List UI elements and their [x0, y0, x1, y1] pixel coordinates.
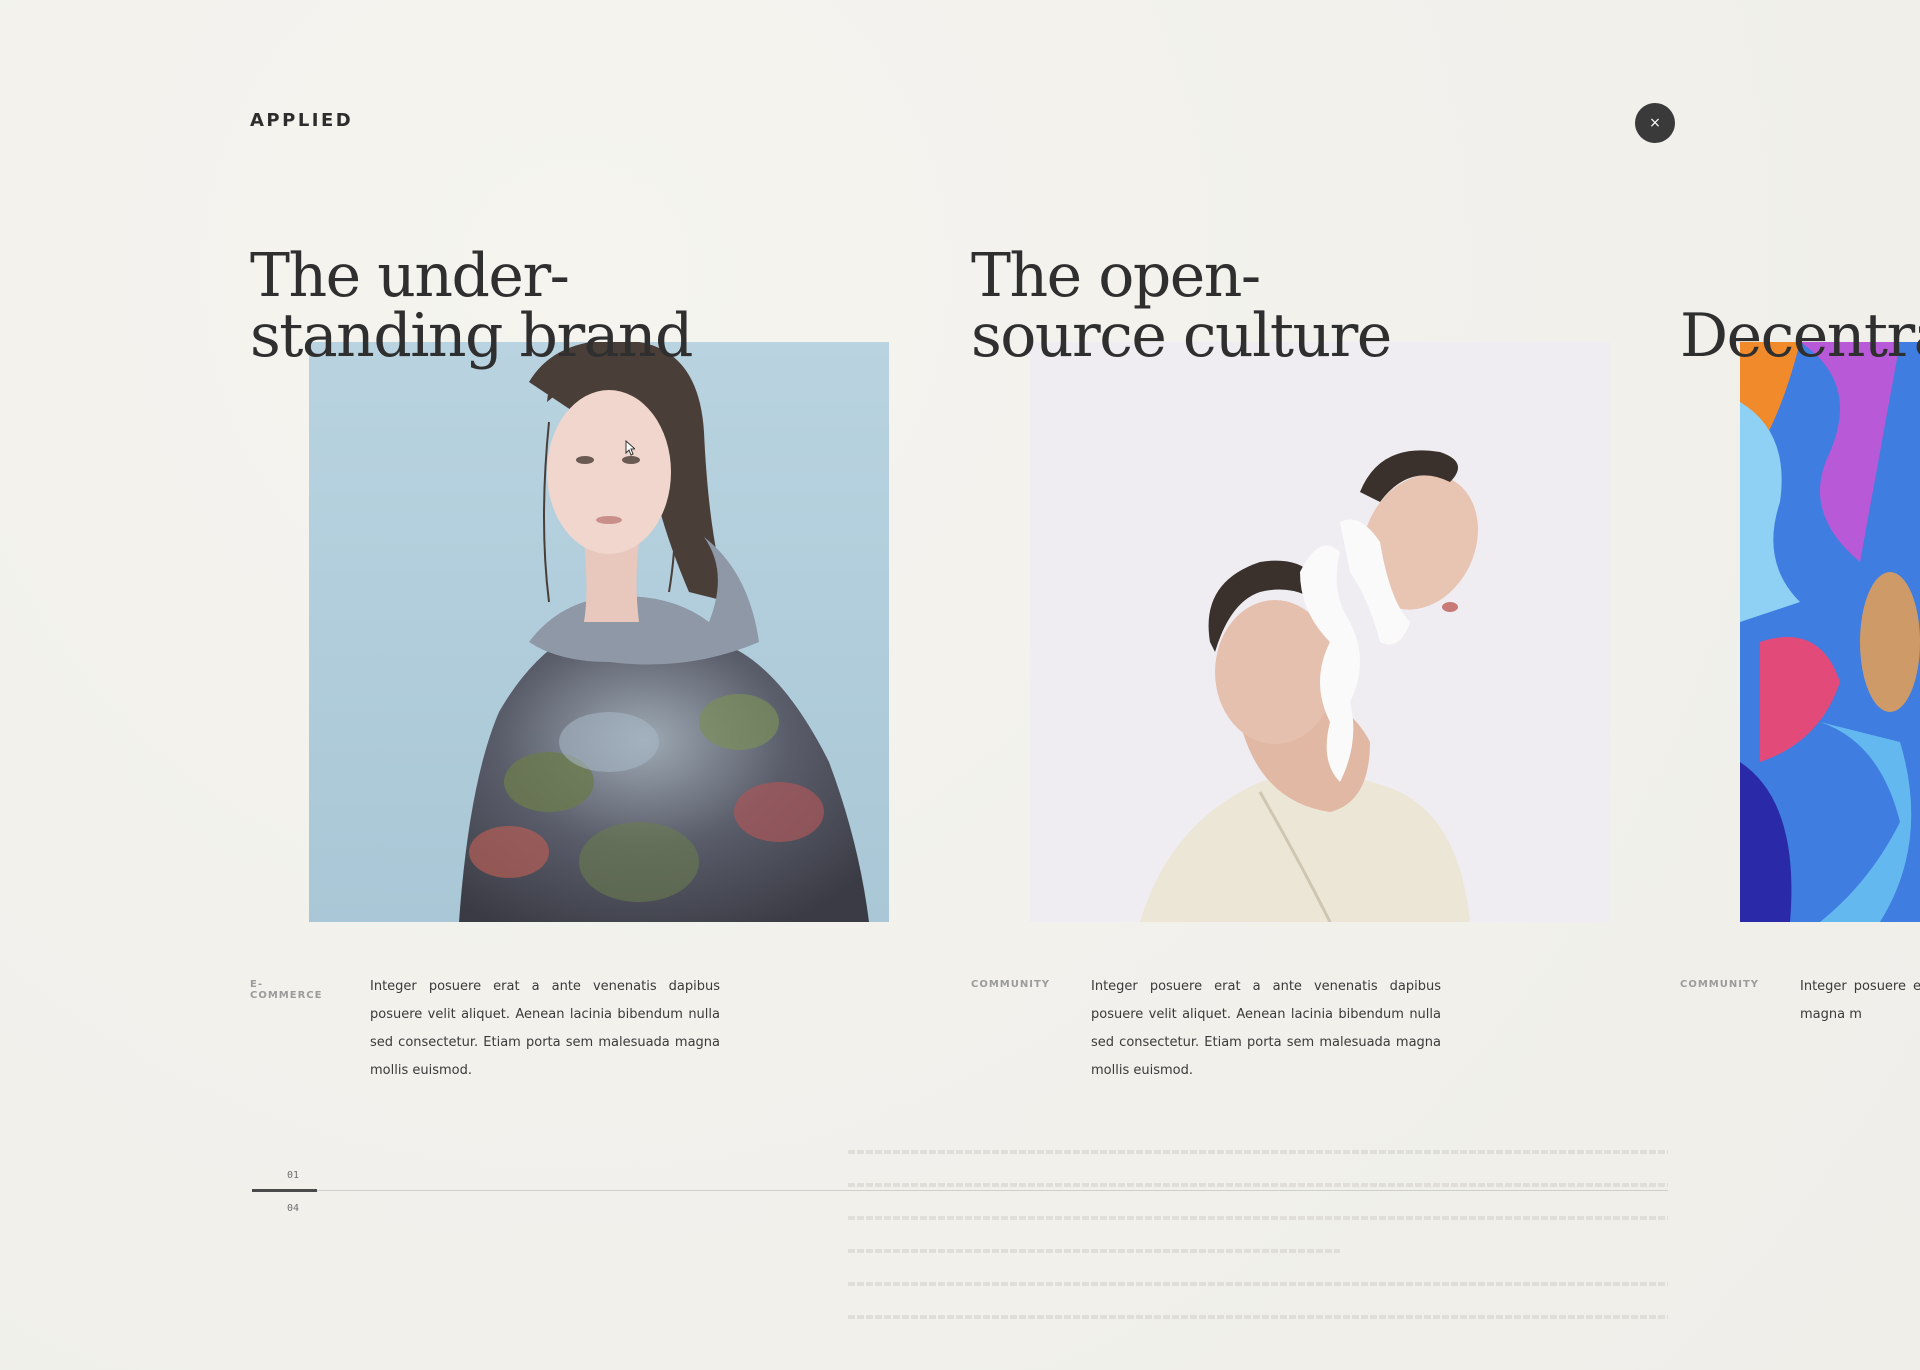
card-tag: COMMUNITY — [971, 979, 1051, 990]
card-image-woman-sweater[interactable] — [309, 342, 889, 922]
mouse-cursor-icon — [625, 440, 635, 456]
faded-text-block — [848, 1150, 1668, 1348]
card-tag: COMMUNITY — [1680, 979, 1760, 990]
logo[interactable]: APPLIED — [250, 110, 353, 131]
split-portrait-illustration — [1030, 342, 1610, 922]
card-title-line: The open- — [971, 241, 1261, 311]
liquid-colors-illustration — [1740, 342, 1920, 922]
pager-current-index: 01 — [287, 1170, 300, 1181]
woman-sweater-illustration — [309, 342, 889, 922]
close-icon: × — [1649, 115, 1661, 131]
card-tag: E-COMMERCE — [250, 979, 323, 1001]
card-title: The open- source culture — [971, 246, 1531, 366]
page: APPLIED × The under- standing brand E-CO… — [0, 0, 1920, 1370]
card-title-line: standing brand — [250, 301, 693, 371]
card-description: Integer posuere erat a ante venenatis da… — [370, 979, 720, 1078]
close-button[interactable]: × — [1635, 103, 1675, 143]
card-title: Decentral — [1680, 246, 1920, 366]
card-title-line: The under- — [250, 241, 570, 311]
pager-total-count: 04 — [287, 1203, 300, 1214]
card-image-split-portrait[interactable] — [1030, 342, 1610, 922]
card-title-line: source culture — [971, 301, 1392, 371]
card-title-line: Decentral — [1680, 301, 1920, 371]
pager-progress — [252, 1189, 317, 1192]
card-image-liquid-colors[interactable] — [1740, 342, 1920, 922]
card-description: Integer posuere erat a ante venenatis da… — [1091, 979, 1441, 1078]
card-description: Integer posuere erat Aenean lacinia bib … — [1800, 979, 1920, 1022]
card-title: The under- standing brand — [250, 246, 810, 366]
card-title-line — [1680, 246, 1920, 306]
